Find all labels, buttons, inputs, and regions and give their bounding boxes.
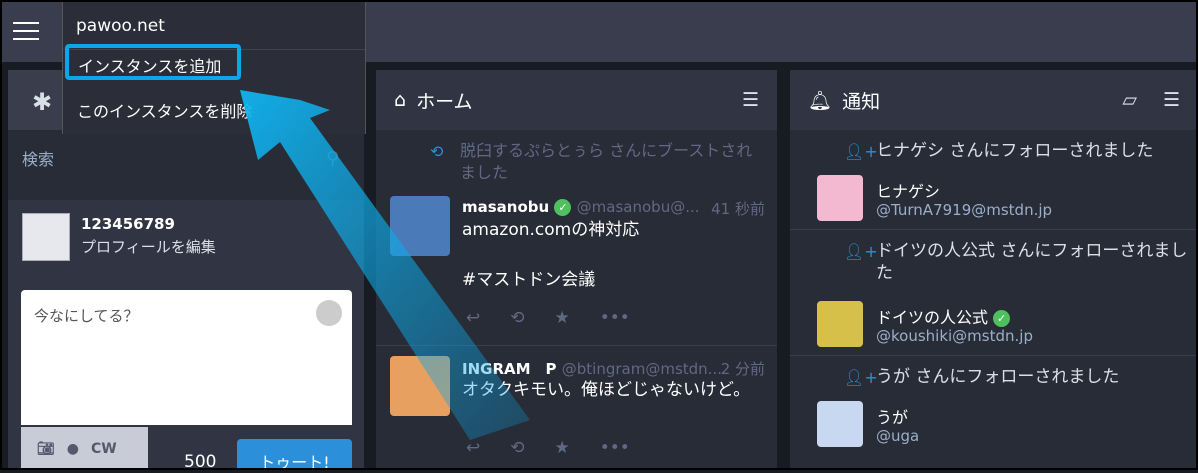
- camera-icon[interactable]: 📷︎: [37, 441, 55, 457]
- account-item[interactable]: ドイツの人公式 ✓ @koushiki@mstdn.jp: [790, 296, 1198, 356]
- boost-notice: ⟲ 脱臼するぷらとぅら さんにブーストされました: [376, 130, 777, 196]
- search-input[interactable]: 検索 ⚲: [8, 130, 364, 200]
- more-icon[interactable]: •••: [600, 438, 630, 458]
- follow-icon: 👤︎+: [844, 142, 878, 161]
- account-item[interactable]: ヒナゲシ @TurnA7919@mstdn.jp: [790, 170, 1198, 230]
- follow-notice: 👤︎+ ドイツの人公式 さんにフォローされました: [844, 241, 1188, 283]
- favourite-icon[interactable]: ★: [555, 438, 570, 458]
- boost-text: 脱臼するぷらとぅら さんにブーストされました: [460, 141, 753, 182]
- profile-card: 123456789 プロフィールを編集: [8, 200, 364, 282]
- status-time[interactable]: 2 分前: [721, 358, 765, 379]
- search-icon[interactable]: ⚲: [326, 148, 339, 169]
- edit-profile-link[interactable]: プロフィールを編集: [81, 236, 216, 257]
- settings-sliders-icon[interactable]: ☰: [742, 89, 759, 111]
- toot-button[interactable]: トゥート!: [237, 439, 352, 472]
- reply-icon[interactable]: ↩: [466, 308, 480, 328]
- status-content: amazon.comの神対応 #マストドン会議: [462, 220, 640, 290]
- settings-sliders-icon[interactable]: ☰: [1163, 89, 1180, 111]
- reply-icon[interactable]: ↩: [466, 438, 480, 458]
- status-item[interactable]: INGRAM P @btingram@mstdn... 2 分前 オタクキモい。…: [376, 346, 777, 470]
- account-avatar[interactable]: [817, 301, 863, 347]
- compose-toolbar: 📷︎ ● CW: [21, 427, 148, 470]
- account-handle: @koushiki@mstdn.jp: [876, 327, 1033, 345]
- status-avatar[interactable]: [390, 196, 450, 256]
- notifications-column: 🔔︎ 通知 ▱ ☰ 👤︎+ ヒナゲシ さんにフォローされました ヒナゲシ @Turn…: [790, 70, 1198, 470]
- account-name: ヒナゲシ: [876, 182, 941, 201]
- notifications-header[interactable]: 🔔︎ 通知 ▱ ☰: [790, 70, 1198, 130]
- follow-notice: 👤︎+ うが さんにフォローされました: [844, 367, 1120, 387]
- home-header[interactable]: ⌂ ホーム ☰: [376, 70, 777, 130]
- profile-name: 123456789: [81, 215, 175, 233]
- status-item[interactable]: masanobu ✓ @masanobu@... 41 秒前 amazon.co…: [376, 196, 777, 346]
- instance-dropdown: pawoo.net インスタンスを追加 このインスタンスを削除: [62, 0, 366, 134]
- favourite-icon[interactable]: ★: [555, 308, 570, 328]
- character-count: 500: [184, 452, 217, 472]
- status-author[interactable]: INGRAM P @btingram@mstdn...: [462, 358, 722, 379]
- boost-icon: ⟲: [430, 142, 444, 161]
- current-instance[interactable]: pawoo.net: [63, 0, 365, 50]
- more-icon[interactable]: •••: [600, 308, 630, 328]
- asterisk-icon[interactable]: ✱: [32, 88, 52, 116]
- verified-icon: ✓: [993, 310, 1011, 327]
- cw-button[interactable]: CW: [91, 441, 117, 457]
- verified-icon: ✓: [554, 199, 572, 216]
- status-time[interactable]: 41 秒前: [711, 198, 765, 219]
- delete-instance-menu-item[interactable]: このインスタンスを削除: [65, 90, 365, 126]
- notifications-title: 通知: [842, 90, 881, 113]
- boost-icon[interactable]: ⟲: [510, 438, 524, 458]
- status-actions: ↩ ⟲ ★ •••: [466, 438, 630, 458]
- hamburger-menu-icon[interactable]: [13, 22, 39, 40]
- follow-notice: 👤︎+ ヒナゲシ さんにフォローされました: [844, 141, 1154, 161]
- compose-placeholder: 今なにしてる？: [34, 307, 139, 325]
- globe-icon[interactable]: ●: [67, 441, 79, 457]
- boost-icon[interactable]: ⟲: [510, 308, 524, 328]
- compose-textarea[interactable]: 今なにしてる？: [21, 290, 352, 425]
- follow-icon: 👤︎+: [844, 368, 878, 387]
- emoji-icon[interactable]: [316, 300, 342, 326]
- status-content: オタクキモい。俺ほどじゃないけど。: [462, 380, 751, 400]
- account-handle: @uga: [876, 427, 920, 445]
- home-title: ホーム: [416, 90, 473, 113]
- account-name: ドイツの人公式 ✓: [876, 304, 1011, 328]
- add-instance-menu-item[interactable]: インスタンスを追加: [65, 44, 241, 80]
- avatar[interactable]: [22, 213, 70, 261]
- eraser-icon[interactable]: ▱: [1122, 89, 1137, 111]
- account-avatar[interactable]: [817, 175, 863, 221]
- account-name: うが: [876, 408, 909, 427]
- home-column: ⌂ ホーム ☰ ⟲ 脱臼するぷらとぅら さんにブーストされました masanob…: [376, 70, 777, 470]
- home-icon: ⌂: [394, 89, 407, 111]
- status-avatar[interactable]: [390, 356, 450, 416]
- account-avatar[interactable]: [817, 401, 863, 447]
- account-item[interactable]: うが @uga: [790, 396, 1198, 456]
- status-actions: ↩ ⟲ ★ •••: [466, 308, 630, 328]
- bell-icon: 🔔︎: [808, 89, 833, 112]
- follow-icon: 👤︎+: [844, 242, 878, 261]
- search-placeholder: 検索: [22, 150, 55, 169]
- status-author[interactable]: masanobu ✓ @masanobu@...: [462, 198, 700, 216]
- account-handle: @TurnA7919@mstdn.jp: [876, 201, 1053, 219]
